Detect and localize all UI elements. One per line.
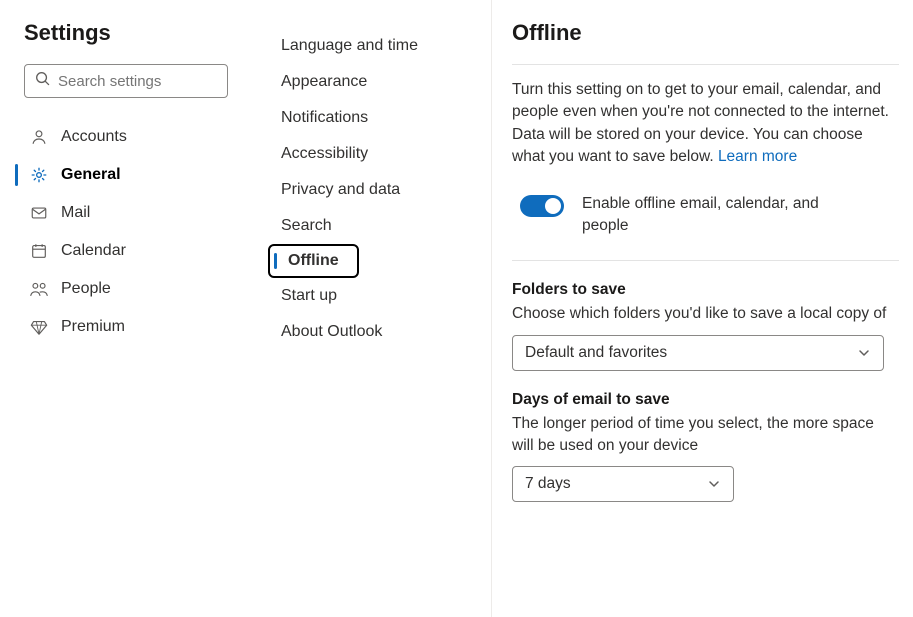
subcategory-offline[interactable]: Offline [268,244,359,278]
calendar-icon [29,241,49,261]
category-premium[interactable]: Premium [24,308,233,346]
diamond-icon [29,317,49,337]
category-label: People [61,280,111,298]
subcategory-label: Accessibility [281,145,368,162]
subcategory-language-and-time[interactable]: Language and time [268,28,428,64]
subcategory-start-up[interactable]: Start up [268,278,347,314]
mail-icon [29,203,49,223]
people-icon [29,279,49,299]
category-accounts[interactable]: Accounts [24,118,233,156]
folders-select-value: Default and favorites [525,344,667,362]
divider [512,260,899,261]
folders-title: Folders to save [512,281,899,299]
category-list: Accounts General Mail Calendar People [24,118,233,346]
subcategory-label: About Outlook [281,323,382,340]
subcategory-search[interactable]: Search [268,208,342,244]
days-select[interactable]: 7 days [512,466,734,502]
settings-content: Offline Turn this setting on to get to y… [492,0,913,617]
offline-description: Turn this setting on to get to your emai… [512,79,899,169]
divider [512,64,899,65]
category-calendar[interactable]: Calendar [24,232,233,270]
subcategory-list: Language and time Appearance Notificatio… [268,28,485,350]
subcategory-label: Notifications [281,109,368,126]
days-of-email-section: Days of email to save The longer period … [512,391,899,502]
days-select-value: 7 days [525,475,571,493]
chevron-down-icon [707,477,721,491]
enable-offline-label: Enable offline email, calendar, and peop… [582,193,852,236]
category-mail[interactable]: Mail [24,194,233,232]
search-input[interactable] [58,73,217,90]
subcategory-label: Offline [288,252,339,269]
chevron-down-icon [857,346,871,360]
person-icon [29,127,49,147]
subcategory-about-outlook[interactable]: About Outlook [268,314,392,350]
folders-select[interactable]: Default and favorites [512,335,884,371]
days-description: The longer period of time you select, th… [512,413,899,456]
folders-to-save-section: Folders to save Choose which folders you… [512,281,899,371]
folders-description: Choose which folders you'd like to save … [512,303,899,325]
category-people[interactable]: People [24,270,233,308]
subcategory-label: Appearance [281,73,367,90]
settings-sidebar: Settings Accounts General Mail [0,0,254,617]
category-label: Calendar [61,242,126,260]
subcategory-panel: Language and time Appearance Notificatio… [254,0,492,617]
subcategory-label: Language and time [281,37,418,54]
subcategory-appearance[interactable]: Appearance [268,64,377,100]
description-text: Turn this setting on to get to your emai… [512,81,889,165]
enable-offline-toggle[interactable] [520,195,564,217]
learn-more-link[interactable]: Learn more [718,148,797,165]
category-general[interactable]: General [24,156,233,194]
category-label: Premium [61,318,125,336]
subcategory-privacy-and-data[interactable]: Privacy and data [268,172,410,208]
search-icon [35,71,58,91]
enable-offline-row: Enable offline email, calendar, and peop… [512,193,899,236]
search-settings-field[interactable] [24,64,228,98]
subcategory-accessibility[interactable]: Accessibility [268,136,378,172]
settings-title: Settings [24,20,233,46]
subcategory-label: Start up [281,287,337,304]
category-label: Accounts [61,128,127,146]
subcategory-notifications[interactable]: Notifications [268,100,378,136]
category-label: Mail [61,204,90,222]
page-heading: Offline [512,20,899,46]
days-title: Days of email to save [512,391,899,409]
category-label: General [61,166,121,184]
subcategory-label: Privacy and data [281,181,400,198]
subcategory-label: Search [281,217,332,234]
gear-icon [29,165,49,185]
